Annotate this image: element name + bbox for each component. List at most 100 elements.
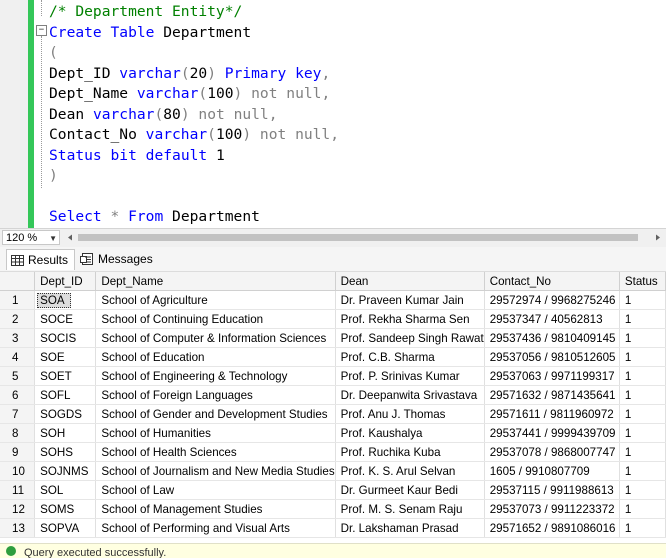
cell-dept-id[interactable]: SOJNMS	[34, 461, 97, 481]
code-line[interactable]: (	[49, 43, 339, 64]
cell-status[interactable]: 1	[619, 461, 666, 481]
code-line[interactable]	[49, 187, 339, 208]
cell-contact-no[interactable]: 29537063 / 9971199317	[484, 366, 620, 386]
cell-contact-no[interactable]: 29537073 / 9911223372	[484, 499, 620, 519]
cell-dept-id[interactable]: SOE	[34, 347, 97, 367]
cell-contact-no[interactable]: 29537056 / 9810512605	[484, 347, 620, 367]
cell-dept-id[interactable]: SOH	[34, 423, 97, 443]
cell-dean[interactable]: Prof. Ruchika Kuba	[335, 442, 485, 462]
row-number[interactable]: 7	[0, 404, 36, 424]
cell-contact-no[interactable]: 29537347 / 40562813	[484, 309, 620, 329]
table-row[interactable]: 4 SOE School of Education Prof. C.B. Sharma…	[0, 347, 666, 367]
zoom-dropdown[interactable]: 120 % ▼	[2, 230, 60, 245]
table-row[interactable]: 6 SOFL School of Foreign Languages Dr. Deep…	[0, 385, 666, 405]
cell-status[interactable]: 1	[619, 480, 666, 500]
table-row[interactable]: 9 SOHS School of Health Sciences Prof. Ruch…	[0, 442, 666, 462]
row-number[interactable]: 12	[0, 499, 36, 519]
table-row[interactable]: 12 SOMS School of Management Studies Prof. …	[0, 499, 666, 519]
cell-status[interactable]: 1	[619, 404, 666, 424]
cell-dean[interactable]: Prof. Kaushalya	[335, 423, 485, 443]
code-line[interactable]: Dept_Name varchar(100) not null,	[49, 84, 339, 105]
results-grid[interactable]: Dept_ID Dept_Name Dean Contact_No Status…	[0, 272, 666, 542]
table-row[interactable]: 3 SOCIS School of Computer & Information S…	[0, 328, 666, 348]
code-line[interactable]: /* Department Entity*/	[49, 2, 339, 23]
cell-dean[interactable]: Prof. Rekha Sharma Sen	[335, 309, 485, 329]
cell-dept-id[interactable]: SOPVA	[34, 518, 97, 538]
cell-dean[interactable]: Prof. Sandeep Singh Rawat	[335, 328, 485, 348]
cell-dept-id[interactable]: SOFL	[34, 385, 97, 405]
row-number[interactable]: 13	[0, 518, 36, 538]
cell-dept-id[interactable]: SOHS	[34, 442, 97, 462]
code-line[interactable]: Contact_No varchar(100) not null,	[49, 125, 339, 146]
row-number[interactable]: 11	[0, 480, 36, 500]
cell-dean[interactable]: Dr. Gurmeet Kaur Bedi	[335, 480, 485, 500]
cell-contact-no[interactable]: 29537115 / 9911988613	[484, 480, 620, 500]
table-row[interactable]: 7 SOGDS School of Gender and Development S…	[0, 404, 666, 424]
cell-dean[interactable]: Prof. C.B. Sharma	[335, 347, 485, 367]
cell-status[interactable]: 1	[619, 309, 666, 329]
cell-dept-id[interactable]: SOL	[34, 480, 97, 500]
cell-contact-no[interactable]: 29571632 / 9871435641	[484, 385, 620, 405]
cell-dept-id[interactable]: SOA	[34, 290, 97, 310]
cell-status[interactable]: 1	[619, 423, 666, 443]
row-number[interactable]: 2	[0, 309, 36, 329]
cell-dean[interactable]: Dr. Lakshaman Prasad	[335, 518, 485, 538]
cell-status[interactable]: 1	[619, 290, 666, 310]
cell-dept-name[interactable]: School of Continuing Education	[95, 309, 336, 329]
cell-dept-id[interactable]: SOMS	[34, 499, 97, 519]
row-number[interactable]: 5	[0, 366, 36, 386]
query-editor[interactable]: − /* Department Entity*/ Create Table Dep…	[0, 0, 666, 228]
code-line[interactable]: Select * From Department	[49, 207, 339, 228]
code-line[interactable]: Create Table Department	[49, 23, 339, 44]
horizontal-scrollbar[interactable]	[64, 232, 664, 243]
cell-contact-no[interactable]: 29537078 / 9868007747	[484, 442, 620, 462]
table-row[interactable]: 11 SOL School of Law Dr. Gurmeet Kaur Bedi 2…	[0, 480, 666, 500]
cell-dept-id[interactable]: SOGDS	[34, 404, 97, 424]
cell-dean[interactable]: Dr. Praveen Kumar Jain	[335, 290, 485, 310]
cell-contact-no[interactable]: 29572974 / 9968275246	[484, 290, 620, 310]
cell-status[interactable]: 1	[619, 499, 666, 519]
cell-contact-no[interactable]: 29537441 / 9999439709	[484, 423, 620, 443]
cell-contact-no[interactable]: 1605 / 9910807709	[484, 461, 620, 481]
row-number[interactable]: 9	[0, 442, 36, 462]
table-row[interactable]: 5 SOET School of Engineering & Technology P…	[0, 366, 666, 386]
cell-dean[interactable]: Prof. P. Srinivas Kumar	[335, 366, 485, 386]
code-line[interactable]: Status bit default 1	[49, 146, 339, 167]
cell-dean[interactable]: Prof. K. S. Arul Selvan	[335, 461, 485, 481]
code-line[interactable]: )	[49, 166, 339, 187]
table-row[interactable]: 1 SOA School of Agriculture Dr. Praveen Kum…	[0, 290, 666, 310]
cell-dept-name[interactable]: School of Engineering & Technology	[95, 366, 336, 386]
cell-dept-name[interactable]: School of Education	[95, 347, 336, 367]
tab-messages[interactable]: Messages	[76, 249, 159, 270]
cell-status[interactable]: 1	[619, 328, 666, 348]
cell-status[interactable]: 1	[619, 366, 666, 386]
code-line[interactable]: Dean varchar(80) not null,	[49, 105, 339, 126]
cell-status[interactable]: 1	[619, 385, 666, 405]
column-header-contact-no[interactable]: Contact_No	[484, 272, 620, 291]
table-row[interactable]: 2 SOCE School of Continuing Education Prof.…	[0, 309, 666, 329]
row-number[interactable]: 1	[0, 290, 36, 310]
cell-status[interactable]: 1	[619, 518, 666, 538]
column-header-dept-name[interactable]: Dept_Name	[95, 272, 336, 291]
code-text[interactable]: /* Department Entity*/ Create Table Depar…	[49, 2, 339, 228]
cell-dept-id[interactable]: SOCE	[34, 309, 97, 329]
cell-contact-no[interactable]: 29571611 / 9811960972	[484, 404, 620, 424]
cell-dean[interactable]: Prof. Anu J. Thomas	[335, 404, 485, 424]
cell-dept-name[interactable]: School of Humanities	[95, 423, 336, 443]
cell-dept-name[interactable]: School of Foreign Languages	[95, 385, 336, 405]
cell-contact-no[interactable]: 29537436 / 9810409145	[484, 328, 620, 348]
row-number[interactable]: 3	[0, 328, 36, 348]
row-number[interactable]: 6	[0, 385, 36, 405]
collapse-region-icon[interactable]: −	[36, 25, 47, 36]
row-number[interactable]: 4	[0, 347, 36, 367]
row-number[interactable]: 10	[0, 461, 36, 481]
column-header-status[interactable]: Status	[619, 272, 666, 291]
tab-results[interactable]: Results	[6, 249, 76, 270]
table-row[interactable]: 10 SOJNMS School of Journalism and New Med…	[0, 461, 666, 481]
cell-dept-name[interactable]: School of Journalism and New Media Studi…	[95, 461, 336, 481]
row-number[interactable]: 8	[0, 423, 36, 443]
column-header-dept-id[interactable]: Dept_ID	[34, 272, 97, 291]
cell-dept-name[interactable]: School of Computer & Information Science…	[95, 328, 336, 348]
row-number-header[interactable]	[0, 272, 36, 291]
code-line[interactable]: Dept_ID varchar(20) Primary key,	[49, 64, 339, 85]
